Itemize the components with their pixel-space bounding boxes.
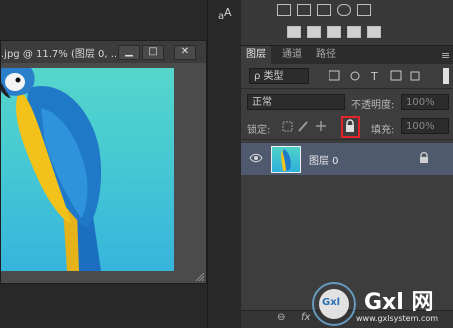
- tab-channels[interactable]: 通道: [277, 46, 307, 64]
- layer-filter-dropdown[interactable]: ρ 类型: [249, 68, 309, 84]
- adjust-icon-1[interactable]: [277, 4, 291, 16]
- parrot-image: [1, 68, 102, 271]
- opacity-input[interactable]: 100%: [401, 94, 449, 110]
- panel-tabbar: 图层 通道 路径 ≡: [241, 46, 453, 64]
- tab-paths[interactable]: 路径: [311, 46, 341, 64]
- resize-grip-icon[interactable]: [196, 273, 204, 281]
- visibility-eye-icon[interactable]: [249, 153, 263, 163]
- close-button[interactable]: ✕: [174, 45, 196, 60]
- lock-highlight-box: [341, 116, 360, 138]
- link-layers-icon[interactable]: ⊖: [277, 312, 285, 323]
- watermark-brand: Gxl 网: [364, 290, 434, 315]
- watermark-url: www.gxlsystem.com: [356, 314, 439, 323]
- watermark: Gxl Gxl 网 www.gxlsystem.com: [310, 280, 453, 327]
- document-canvas[interactable]: [1, 63, 206, 283]
- divider: [241, 88, 453, 89]
- adjust-icon-7[interactable]: [307, 26, 321, 38]
- document-titlebar[interactable]: .jpg @ 11.7% (图层 0, ... ▁ □ ✕: [1, 41, 206, 64]
- canvas-area: .jpg @ 11.7% (图层 0, ... ▁ □ ✕: [0, 0, 207, 327]
- layer-thumbnail: [271, 146, 301, 173]
- divider: [241, 139, 453, 140]
- parrot-photo: [1, 68, 174, 271]
- document-window[interactable]: .jpg @ 11.7% (图层 0, ... ▁ □ ✕: [0, 40, 207, 284]
- adjust-icon-8[interactable]: [327, 26, 341, 38]
- filter-icons[interactable]: T: [329, 70, 439, 82]
- blend-mode-dropdown[interactable]: 正常: [247, 94, 345, 110]
- fill-label: 填充:: [371, 125, 395, 136]
- document-title: .jpg @ 11.7% (图层 0, ...: [1, 49, 121, 60]
- panel-menu-icon[interactable]: ≡: [441, 49, 450, 62]
- adjustments-panel: [241, 0, 453, 46]
- adjust-icon-9[interactable]: [347, 26, 361, 38]
- maximize-button[interactable]: □: [142, 45, 164, 60]
- tab-layers[interactable]: 图层: [241, 46, 271, 64]
- minimize-button[interactable]: ▁: [118, 45, 140, 60]
- watermark-logo-text: Gxl: [322, 297, 341, 308]
- filter-toggle[interactable]: [443, 68, 449, 84]
- adjust-icon-3[interactable]: [317, 4, 331, 16]
- fill-input[interactable]: 100%: [401, 118, 449, 134]
- layer-row[interactable]: 图层 0: [241, 143, 453, 175]
- adjust-icon-2[interactable]: [297, 4, 311, 16]
- adjust-icon-4[interactable]: [337, 4, 351, 16]
- svg-text:A: A: [224, 6, 232, 19]
- adjust-icon-10[interactable]: [367, 26, 381, 38]
- layer-lock-icon: [420, 152, 428, 163]
- adjust-icon-6[interactable]: [287, 26, 301, 38]
- adjust-icon-5[interactable]: [357, 4, 371, 16]
- lock-icons[interactable]: [281, 119, 337, 133]
- opacity-label: 不透明度:: [351, 100, 395, 111]
- character-tool-icon[interactable]: a A: [217, 4, 235, 22]
- svg-text:T: T: [370, 70, 378, 82]
- lock-label: 锁定:: [247, 125, 271, 136]
- panel-gutter: [207, 0, 242, 327]
- layer-name[interactable]: 图层 0: [309, 152, 339, 167]
